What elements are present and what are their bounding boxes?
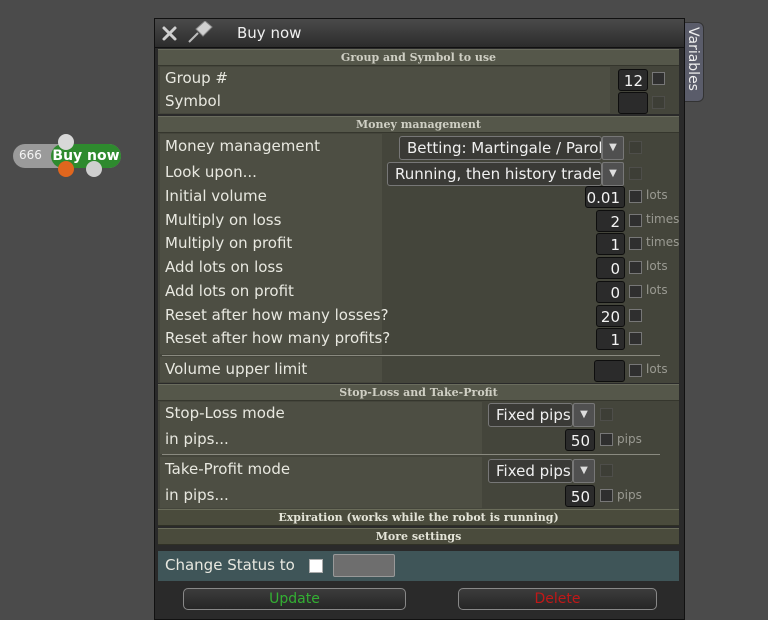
- money-row-input[interactable]: 0: [596, 281, 625, 303]
- money-row-unit: times: [646, 212, 680, 226]
- section-more-settings[interactable]: More settings: [158, 528, 679, 545]
- sl-mode-checkbox[interactable]: [600, 408, 613, 421]
- mm-checkbox[interactable]: [629, 141, 642, 154]
- mm-select[interactable]: Betting: Martingale / Paroli: [399, 136, 602, 160]
- money-row-input[interactable]: 1: [596, 328, 625, 350]
- money-row-unit: times: [646, 235, 680, 249]
- title-bar: Buy now: [155, 19, 684, 48]
- money-row-input[interactable]: 1: [596, 233, 625, 255]
- money-row-label: Reset after how many losses?: [165, 306, 389, 324]
- change-status-checkbox[interactable]: [309, 559, 323, 573]
- upper-limit-checkbox[interactable]: [629, 364, 642, 377]
- money-row-input[interactable]: 0.01: [585, 186, 625, 208]
- money-row-unit: lots: [646, 188, 668, 202]
- sl-pips-input[interactable]: 50: [565, 429, 595, 451]
- tp-mode-select[interactable]: Fixed pips: [488, 459, 573, 483]
- node-input-connector[interactable]: [58, 134, 74, 150]
- node-output-gray-connector[interactable]: [86, 161, 102, 177]
- sltp-divider: [162, 454, 660, 455]
- variables-tab-label: Variables: [685, 27, 701, 91]
- group-input[interactable]: 12: [618, 69, 648, 91]
- dialog-title: Buy now: [237, 24, 302, 42]
- money-row-label: Reset after how many profits?: [165, 329, 391, 347]
- money-row-label: Add lots on loss: [165, 258, 284, 276]
- tp-mode-label: Take-Profit mode: [165, 460, 291, 478]
- section-group-symbol: Group and Symbol to use: [158, 49, 679, 66]
- tp-pips-checkbox[interactable]: [600, 489, 613, 502]
- money-row-label: Multiply on loss: [165, 211, 282, 229]
- money-row-checkbox[interactable]: [629, 309, 642, 322]
- change-status-label: Change Status to: [165, 556, 295, 574]
- tp-pips-unit: pips: [617, 488, 642, 502]
- section-money-management: Money management: [158, 116, 679, 133]
- money-row-unit: lots: [646, 283, 668, 297]
- money-row-label: Initial volume: [165, 187, 267, 205]
- sl-pips-checkbox[interactable]: [600, 433, 613, 446]
- money-row-label: Add lots on profit: [165, 282, 294, 300]
- tp-pips-input[interactable]: 50: [565, 485, 595, 507]
- money-row-checkbox[interactable]: [629, 285, 642, 298]
- look-dropdown-button[interactable]: ▼: [602, 162, 624, 186]
- sl-mode-label: Stop-Loss mode: [165, 404, 285, 422]
- delete-button[interactable]: Delete: [458, 588, 657, 610]
- tp-mode-checkbox[interactable]: [600, 464, 613, 477]
- tp-pips-label: in pips...: [165, 486, 229, 504]
- close-icon[interactable]: [161, 25, 178, 42]
- money-row-input[interactable]: 20: [596, 305, 625, 327]
- sl-pips-unit: pips: [617, 432, 642, 446]
- symbol-input[interactable]: [618, 92, 648, 114]
- sl-mode-select[interactable]: Fixed pips: [488, 403, 573, 427]
- section-sl-tp: Stop-Loss and Take-Profit: [158, 384, 679, 401]
- group-label: Group #: [165, 69, 229, 87]
- money-divider: [162, 355, 660, 356]
- node-output-orange-connector[interactable]: [58, 161, 74, 177]
- pin-icon[interactable]: [185, 21, 215, 45]
- group-checkbox[interactable]: [652, 72, 665, 85]
- upper-limit-label: Volume upper limit: [165, 360, 308, 378]
- mm-dropdown-button[interactable]: ▼: [602, 136, 624, 160]
- money-row-checkbox[interactable]: [629, 190, 642, 203]
- update-button[interactable]: Update: [183, 588, 406, 610]
- look-select[interactable]: Running, then history trades: [387, 162, 602, 186]
- money-row-unit: lots: [646, 259, 668, 273]
- look-checkbox[interactable]: [629, 167, 642, 180]
- symbol-label: Symbol: [165, 92, 221, 110]
- sl-mode-dropdown-button[interactable]: ▼: [573, 403, 595, 427]
- money-row-label: Multiply on profit: [165, 234, 293, 252]
- mm-label: Money management: [165, 137, 320, 155]
- variables-tab[interactable]: Variables: [683, 22, 704, 102]
- money-row-input[interactable]: 2: [596, 210, 625, 232]
- upper-limit-unit: lots: [646, 362, 668, 376]
- node-count: 666: [19, 148, 42, 162]
- section-expiration[interactable]: Expiration (works while the robot is run…: [158, 509, 679, 526]
- upper-limit-input[interactable]: [594, 360, 625, 382]
- money-row-checkbox[interactable]: [629, 214, 642, 227]
- money-row-input[interactable]: 0: [596, 257, 625, 279]
- symbol-checkbox[interactable]: [652, 96, 665, 109]
- tp-mode-dropdown-button[interactable]: ▼: [573, 459, 595, 483]
- sl-pips-label: in pips...: [165, 430, 229, 448]
- money-row-checkbox[interactable]: [629, 332, 642, 345]
- money-row-checkbox[interactable]: [629, 237, 642, 250]
- look-label: Look upon...: [165, 163, 257, 181]
- properties-dialog: Buy now Group and Symbol to use Group # …: [154, 18, 685, 620]
- money-row-checkbox[interactable]: [629, 261, 642, 274]
- status-value-input[interactable]: [333, 554, 395, 577]
